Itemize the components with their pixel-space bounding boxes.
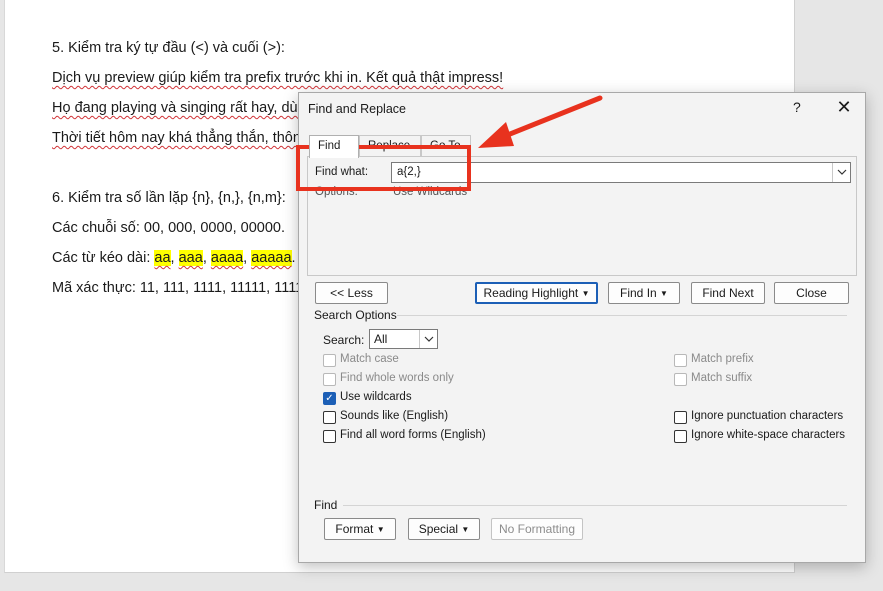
doc-line-heading-6: 6. Kiểm tra số lần lặp {n}, {n,}, {n,m}: — [52, 190, 286, 206]
dialog-title: Find and Replace — [308, 102, 406, 116]
checkbox-label: Use wildcards — [340, 391, 412, 403]
highlight-word: aaa — [178, 250, 203, 266]
checkbox-box — [323, 411, 336, 424]
special-label: Special — [418, 522, 459, 536]
doc-line-preview: Dịch vụ preview giúp kiểm tra prefix trư… — [52, 70, 504, 86]
checkbox-label: Ignore white-space characters — [691, 429, 846, 441]
search-direction-select[interactable]: All — [369, 329, 438, 349]
format-button[interactable]: Format ▼ — [324, 518, 396, 540]
checkbox-box — [674, 411, 687, 424]
doc-line-number-strings: Các chuỗi số: 00, 000, 0000, 00000. — [52, 220, 285, 236]
close-button[interactable]: Close — [774, 282, 849, 304]
checkbox-box — [674, 373, 687, 386]
divider — [343, 505, 847, 506]
search-direction-label: Search: — [323, 333, 365, 347]
tab-find[interactable]: Find — [309, 135, 359, 158]
long-words-prefix: Các từ kéo dài: — [52, 250, 155, 266]
highlight-word: aaaa — [210, 250, 244, 266]
no-formatting-button[interactable]: No Formatting — [491, 518, 583, 540]
checkbox-label: Match case — [340, 353, 399, 365]
find-history-dropdown[interactable] — [832, 163, 850, 182]
checkbox-label: Find all word forms (English) — [340, 429, 486, 441]
doc-line-auth-code: Mã xác thực: 11, 111, 1111, 11111, 1111 — [52, 280, 304, 296]
format-label: Format — [335, 522, 374, 536]
checkbox-label: Sounds like (English) — [340, 410, 449, 422]
doc-line-playing: Họ đang playing và singing rất hay, dù i… — [52, 100, 313, 116]
help-button[interactable]: ? — [793, 99, 801, 115]
special-button[interactable]: Special ▼ — [408, 518, 480, 540]
annotation-arrow-icon — [478, 95, 603, 148]
chevron-down-icon — [419, 330, 437, 348]
doc-line-heading-5: 5. Kiểm tra ký tự đầu (<) và cuối (>): — [52, 40, 285, 56]
caret-down-icon: ▼ — [461, 525, 470, 534]
checkbox-box — [674, 354, 687, 367]
checkbox-label: Match suffix — [691, 372, 753, 384]
reading-highlight-label: Reading Highlight — [483, 286, 579, 300]
checkbox-label: Match prefix — [691, 353, 754, 365]
checkbox-box — [323, 373, 336, 386]
highlight-word: aaaaa — [251, 250, 292, 266]
checkbox-label: Ignore punctuation characters — [691, 410, 844, 422]
checkbox-label: Find whole words only — [340, 372, 454, 384]
caret-down-icon: ▼ — [660, 289, 668, 298]
find-in-button[interactable]: Find In ▼ — [608, 282, 680, 304]
checkbox-box — [323, 430, 336, 443]
check-icon: ✓ — [323, 392, 336, 405]
doc-line-long-words: Các từ kéo dài: aa, aaa, aaaa, aaaaa. — [52, 250, 296, 266]
caret-down-icon: ▼ — [581, 289, 590, 298]
caret-down-icon: ▼ — [376, 525, 385, 534]
divider — [397, 315, 847, 316]
find-next-button[interactable]: Find Next — [691, 282, 765, 304]
search-options-title: Search Options — [314, 308, 397, 322]
find-in-label: Find In — [620, 286, 657, 300]
search-direction-value: All — [374, 332, 388, 346]
close-icon[interactable]: ✕ — [833, 96, 855, 118]
doc-line-weather: Thời tiết hôm nay khá thẳng thắn, thông — [52, 130, 309, 146]
chevron-down-icon — [837, 169, 847, 175]
checkbox-box — [323, 354, 336, 367]
find-section-title: Find — [314, 498, 338, 512]
checkbox-box — [674, 430, 687, 443]
less-button[interactable]: << Less — [315, 282, 388, 304]
reading-highlight-button[interactable]: Reading Highlight ▼ — [475, 282, 598, 304]
highlight-word: aa — [154, 250, 171, 266]
